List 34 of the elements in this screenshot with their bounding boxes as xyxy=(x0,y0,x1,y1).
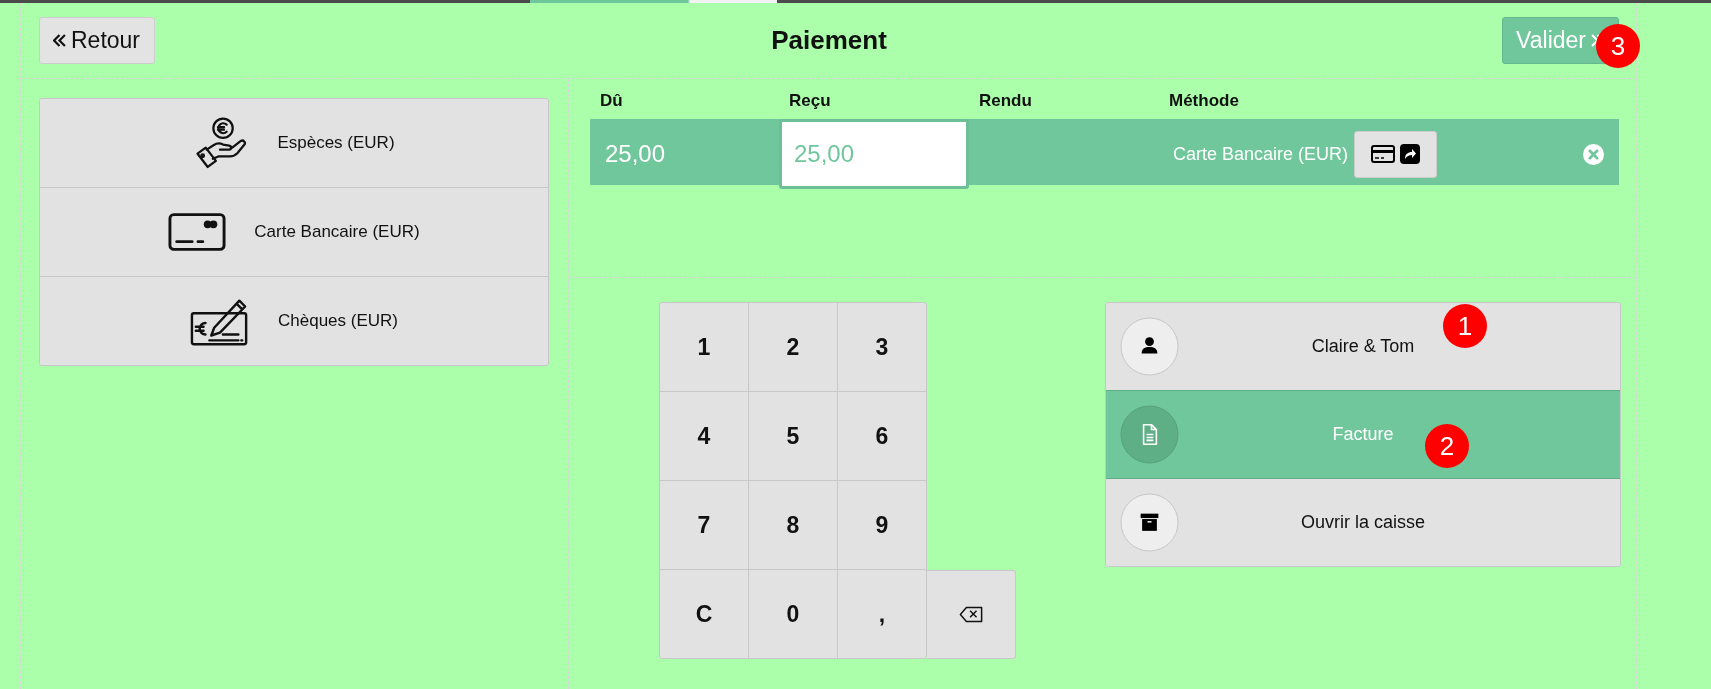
numpad-key[interactable]: 7 xyxy=(660,481,748,569)
numpad-key[interactable]: 2 xyxy=(749,303,837,391)
page-title: Paiement xyxy=(771,25,887,56)
numpad-key[interactable]: 5 xyxy=(749,392,837,480)
backspace-icon xyxy=(959,606,983,623)
backspace-key[interactable] xyxy=(927,570,1016,659)
due-amount: 25,00 xyxy=(604,140,667,168)
column-header: Rendu xyxy=(978,91,1033,112)
numpad-key[interactable]: 3 xyxy=(838,303,926,391)
share-icon xyxy=(1400,144,1421,164)
numpad-key[interactable]: 0 xyxy=(749,570,837,658)
numpad-key[interactable]: 1 xyxy=(660,303,748,391)
credit-card-icon xyxy=(1371,145,1396,163)
user-icon xyxy=(1120,317,1179,376)
action-button[interactable]: Ouvrir la caisse xyxy=(1106,478,1620,566)
back-button[interactable]: Retour xyxy=(39,17,156,64)
credit-card-icon xyxy=(168,212,227,252)
method-switch-button[interactable] xyxy=(1354,130,1438,178)
numpad-key[interactable]: 6 xyxy=(838,392,926,480)
annotation-marker-overlay: 3 xyxy=(1596,24,1640,68)
column-header: Reçu xyxy=(788,91,832,112)
document-icon xyxy=(1120,405,1179,464)
archive-box-icon xyxy=(1120,493,1179,552)
column-header: Méthode xyxy=(1168,91,1240,112)
double-chevron-left-icon xyxy=(53,34,66,47)
numpad-key[interactable]: C xyxy=(660,570,748,658)
numpad-key[interactable]: 8 xyxy=(749,481,837,569)
numpad-key[interactable]: 9 xyxy=(838,481,926,569)
column-header: Dû xyxy=(599,91,624,112)
method-label: Carte Bancaire (EUR) xyxy=(1173,143,1349,165)
numpad-key[interactable]: 4 xyxy=(660,392,748,480)
payment-method-button[interactable]: Chèques (EUR) xyxy=(40,276,548,365)
close-icon[interactable] xyxy=(1582,143,1604,165)
numpad-key[interactable]: , xyxy=(838,570,926,658)
